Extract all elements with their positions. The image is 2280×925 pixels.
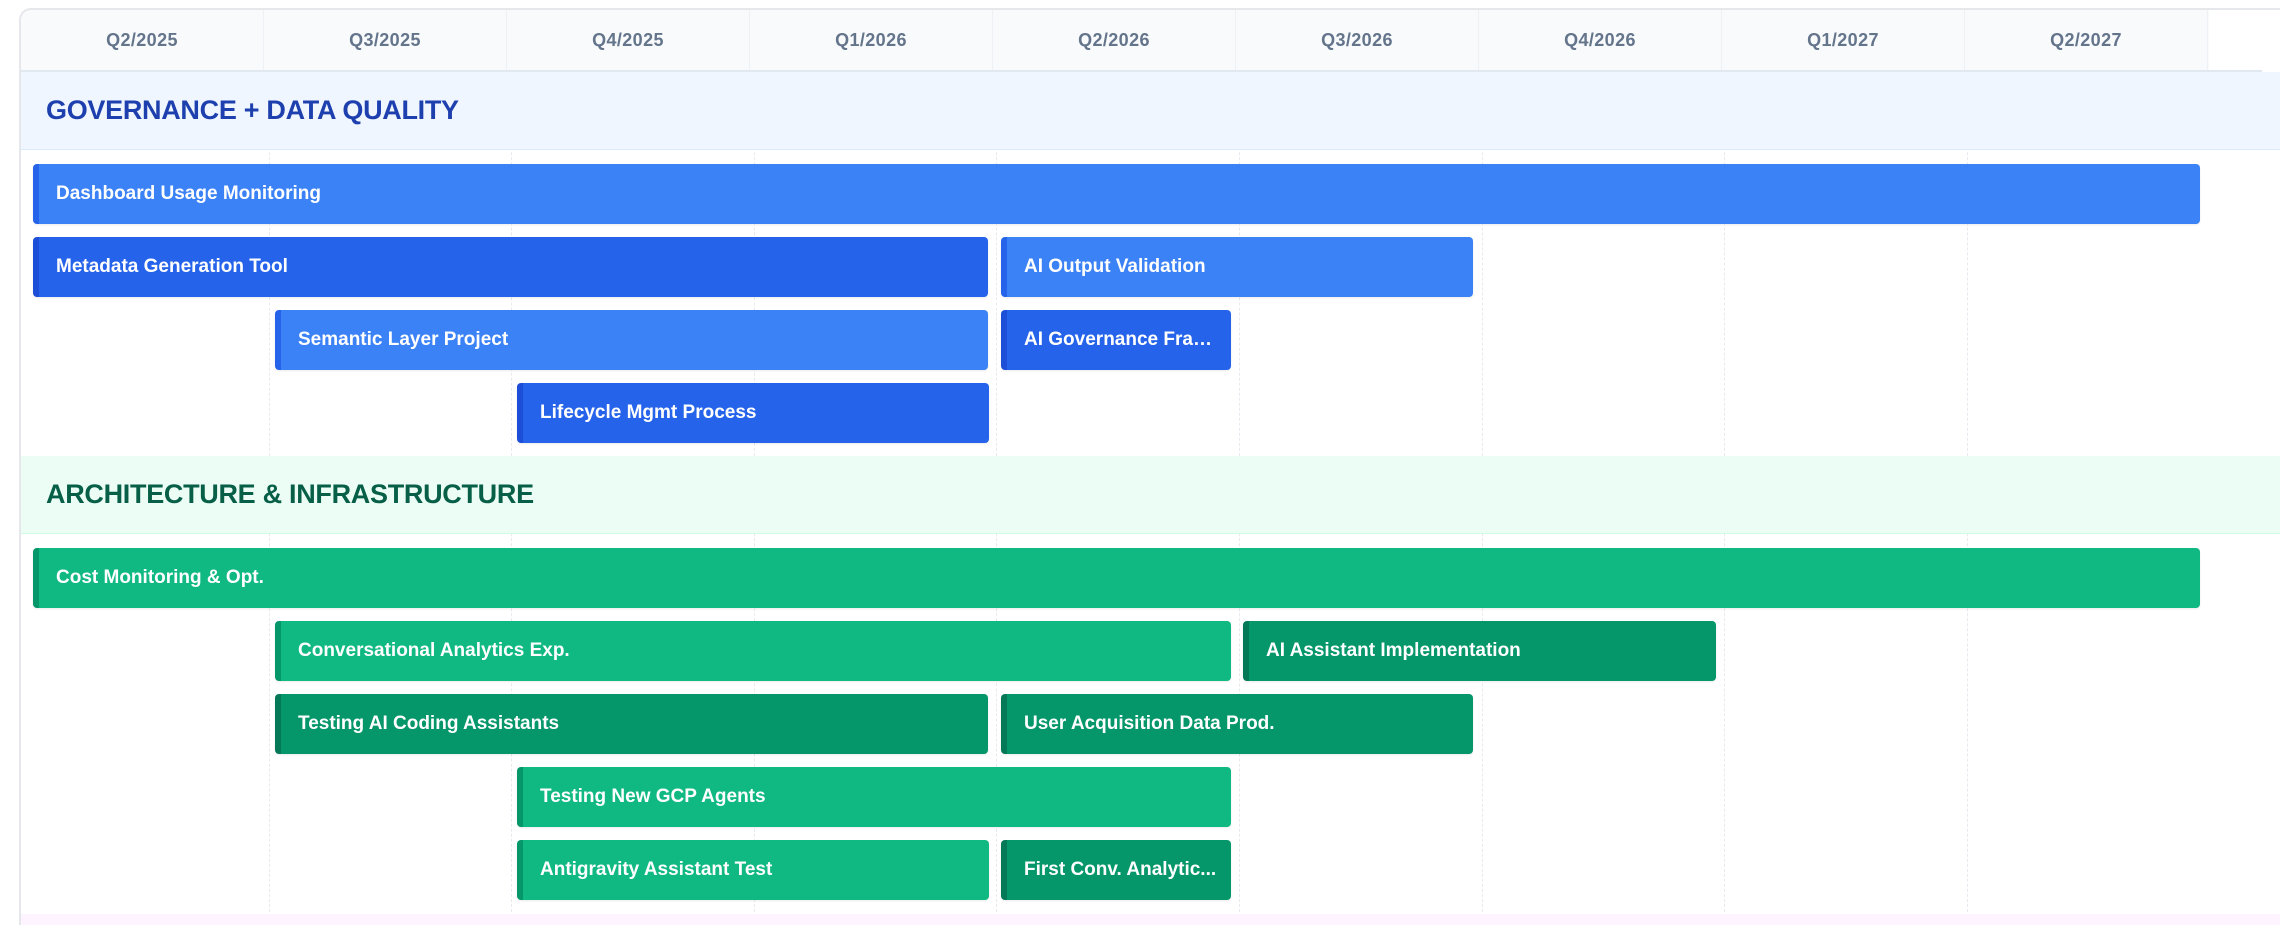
quarter-header: Q2/2026 (993, 10, 1236, 70)
roadmap-bar[interactable]: Dashboard Usage Monitoring (33, 164, 2200, 224)
lane-title: GOVERNANCE + DATA QUALITY (46, 95, 459, 125)
bar-label: First Conv. Analytic... (1024, 859, 1217, 880)
roadmap-bar[interactable]: AI Output Validation (1001, 237, 1473, 297)
bar-label: Conversational Analytics Exp. (298, 640, 570, 661)
roadmap-bar[interactable]: AI Governance Fram... (1001, 310, 1231, 370)
roadmap-bar[interactable]: First Conv. Analytic... (1001, 840, 1231, 900)
roadmap-bar[interactable]: User Acquisition Data Prod. (1001, 694, 1473, 754)
lane-header-governance: GOVERNANCE + DATA QUALITY (21, 72, 2280, 150)
roadmap-bar[interactable]: AI Assistant Implementation (1243, 621, 1716, 681)
bar-label: Cost Monitoring & Opt. (56, 567, 264, 588)
quarter-header: Q4/2025 (507, 10, 750, 70)
roadmap-bar[interactable]: Conversational Analytics Exp. (275, 621, 1231, 681)
bar-label: Dashboard Usage Monitoring (56, 183, 321, 204)
quarter-header: Q2/2027 (1965, 10, 2208, 70)
header-filler (2209, 10, 2280, 70)
roadmap-bar[interactable]: Metadata Generation Tool (33, 237, 988, 297)
bar-label: User Acquisition Data Prod. (1024, 713, 1275, 734)
roadmap-bar[interactable]: Antigravity Assistant Test (517, 840, 989, 900)
roadmap-board: Q2/2025 Q3/2025 Q4/2025 Q1/2026 Q2/2026 … (19, 8, 2280, 925)
bar-label: Lifecycle Mgmt Process (540, 402, 757, 423)
bar-label: AI Output Validation (1024, 256, 1206, 277)
bar-label: AI Assistant Implementation (1266, 640, 1521, 661)
roadmap-bar[interactable]: Testing AI Coding Assistants (275, 694, 988, 754)
quarter-header: Q1/2027 (1722, 10, 1965, 70)
bar-label: Semantic Layer Project (298, 329, 509, 350)
next-lane-edge (21, 914, 2280, 925)
bar-label: Testing AI Coding Assistants (298, 713, 560, 734)
quarter-header: Q1/2026 (750, 10, 993, 70)
bar-label: Metadata Generation Tool (56, 256, 288, 277)
bar-label: AI Governance Fram... (1024, 329, 1226, 350)
quarter-header: Q3/2025 (264, 10, 507, 70)
quarter-header: Q4/2026 (1479, 10, 1722, 70)
roadmap-bar[interactable]: Testing New GCP Agents (517, 767, 1231, 827)
roadmap-bar[interactable]: Lifecycle Mgmt Process (517, 383, 989, 443)
bar-label: Antigravity Assistant Test (540, 859, 773, 880)
lane-title: ARCHITECTURE & INFRASTRUCTURE (46, 479, 534, 509)
bar-label: Testing New GCP Agents (540, 786, 766, 807)
roadmap-bar[interactable]: Semantic Layer Project (275, 310, 988, 370)
quarter-header: Q2/2025 (21, 10, 264, 70)
lane-header-architecture: ARCHITECTURE & INFRASTRUCTURE (21, 456, 2280, 534)
roadmap-bar[interactable]: Cost Monitoring & Opt. (33, 548, 2200, 608)
timeline-header: Q2/2025 Q3/2025 Q4/2025 Q1/2026 Q2/2026 … (21, 10, 2262, 72)
quarter-header: Q3/2026 (1236, 10, 1479, 70)
